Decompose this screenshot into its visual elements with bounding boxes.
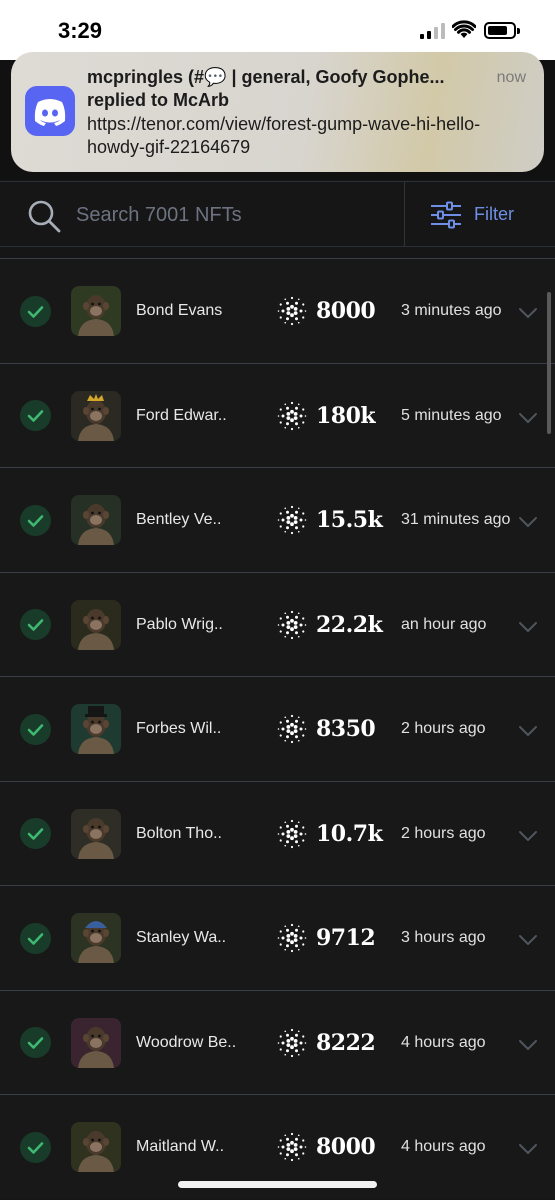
cardano-icon (276, 400, 308, 432)
nft-name[interactable]: Bond Evans (136, 302, 222, 320)
listing-time: an hour ago (401, 615, 487, 633)
nft-row[interactable]: Bentley Ve.. 15.5k 31 minutes ago (0, 467, 555, 572)
filter-label: Filter (474, 204, 514, 224)
nft-row[interactable]: Stanley Wa.. 9712 3 hours ago (0, 885, 555, 990)
chevron-down-icon[interactable] (517, 306, 539, 320)
nft-price: 8000 (316, 1134, 376, 1160)
nft-name[interactable]: Stanley Wa.. (136, 929, 226, 947)
nft-name[interactable]: Maitland W.. (136, 1138, 224, 1156)
chevron-down-icon[interactable] (517, 1038, 539, 1052)
verified-check-icon (20, 400, 51, 431)
chevron-down-icon[interactable] (517, 829, 539, 843)
nft-name[interactable]: Forbes Wil.. (136, 720, 221, 738)
nft-avatar[interactable] (71, 1017, 121, 1068)
verified-check-icon (20, 818, 51, 849)
nft-price: 8350 (316, 716, 376, 742)
sliders-icon (431, 201, 461, 229)
listing-time: 31 minutes ago (401, 511, 511, 528)
cardano-icon (276, 922, 308, 954)
search-icon (28, 200, 61, 233)
nft-name[interactable]: Ford Edwar.. (136, 407, 227, 425)
search-input[interactable] (76, 200, 386, 230)
nft-name[interactable]: Woodrow Be.. (136, 1034, 236, 1052)
cardano-icon (276, 818, 308, 850)
chevron-down-icon[interactable] (517, 411, 539, 425)
nft-name[interactable]: Pablo Wrig.. (136, 616, 223, 634)
verified-check-icon (20, 1027, 51, 1058)
nft-avatar[interactable] (71, 1122, 121, 1172)
cardano-icon (276, 1027, 308, 1059)
nft-row[interactable]: Ford Edwar.. 180k 5 minutes ago (0, 362, 555, 467)
nft-avatar[interactable] (71, 286, 121, 336)
nft-avatar[interactable] (71, 495, 121, 545)
nft-name[interactable]: Bentley Ve.. (136, 511, 221, 529)
listing-time: 2 hours ago (401, 720, 486, 737)
nft-price: 8222 (316, 1029, 376, 1056)
verified-check-icon (20, 1131, 51, 1163)
nft-row[interactable]: Bolton Tho.. 10.7k 2 hours ago (0, 780, 555, 885)
nft-list: Bond Evans 8000 3 minutes ago Ford Edwar… (0, 258, 555, 1199)
status-bar: 3:29 (0, 0, 555, 60)
nft-row[interactable]: Bond Evans 8000 3 minutes ago (0, 258, 555, 363)
home-indicator[interactable] (178, 1181, 377, 1188)
listing-time: 3 minutes ago (401, 302, 502, 319)
verified-check-icon (20, 295, 51, 327)
verified-check-icon (20, 713, 51, 745)
listing-time: 4 hours ago (401, 1138, 486, 1155)
notification-subtitle: replied to McArb (87, 90, 230, 110)
cardano-icon (276, 609, 308, 641)
chevron-down-icon[interactable] (517, 515, 539, 529)
verified-check-icon (20, 504, 51, 536)
verified-check-icon (20, 609, 51, 640)
nft-row[interactable]: Woodrow Be.. 8222 4 hours ago (0, 989, 555, 1094)
nft-price: 10.7k (316, 820, 383, 847)
wifi-icon (452, 20, 476, 38)
nft-row[interactable]: Forbes Wil.. 8350 2 hours ago (0, 676, 555, 781)
nft-avatar[interactable] (71, 390, 121, 441)
nft-price: 180k (316, 402, 376, 429)
search-bar: Filter (0, 181, 555, 247)
nft-price: 22.2k (316, 611, 383, 638)
cardano-icon (276, 713, 308, 745)
nft-price: 15.5k (316, 507, 383, 533)
cellular-signal-icon (420, 23, 445, 39)
discord-notification[interactable]: mcpringles (#💬 | general, Goofy Gophe...… (11, 52, 544, 172)
listing-time: 2 hours ago (401, 824, 486, 842)
chevron-down-icon[interactable] (517, 1142, 539, 1156)
verified-check-icon (20, 922, 51, 954)
listing-time: 3 hours ago (401, 929, 486, 946)
scrollbar[interactable] (547, 292, 551, 434)
notification-body: https://tenor.com/view/forest-gump-wave-… (87, 114, 481, 157)
listing-time: 5 minutes ago (401, 406, 502, 424)
nft-avatar[interactable] (71, 599, 121, 650)
battery-icon (484, 22, 520, 39)
cardano-icon (276, 295, 308, 327)
listing-time: 4 hours ago (401, 1033, 486, 1051)
nft-price: 8000 (316, 298, 376, 324)
nft-avatar[interactable] (71, 808, 121, 859)
notification-time: now (496, 69, 526, 86)
status-time: 3:29 (58, 18, 103, 43)
chevron-down-icon[interactable] (517, 724, 539, 738)
notification-title: mcpringles (#💬 | general, Goofy Gophe... (87, 67, 445, 87)
chevron-down-icon[interactable] (517, 620, 539, 634)
filter-button[interactable]: Filter (405, 182, 555, 246)
nft-price: 9712 (316, 925, 376, 951)
nft-avatar[interactable] (71, 704, 121, 754)
nft-name[interactable]: Bolton Tho.. (136, 825, 222, 843)
nft-avatar[interactable] (71, 913, 121, 963)
chevron-down-icon[interactable] (517, 933, 539, 947)
cardano-icon (276, 1131, 308, 1163)
nft-row[interactable]: Pablo Wrig.. 22.2k an hour ago (0, 571, 555, 676)
cardano-icon (276, 504, 308, 536)
discord-icon (25, 86, 75, 136)
